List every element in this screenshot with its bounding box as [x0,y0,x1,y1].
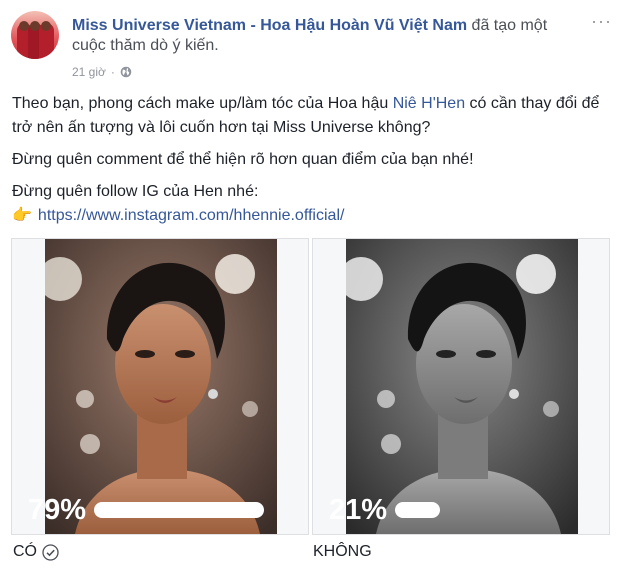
post-header: Miss Universe Vietnam - Hoa Hậu Hoàn Vũ … [72,16,572,56]
poll-percent: 21% [329,494,388,526]
poll-option-image [45,239,277,534]
poll-percent: 79% [28,494,87,526]
mention-link[interactable]: Niê H'Hen [393,95,465,112]
poll-option-no[interactable]: 21% [312,238,610,535]
post-body: Theo bạn, phong cách make up/làm tóc của… [12,92,612,228]
globe-icon[interactable] [120,66,132,78]
poll-result-bar [94,502,264,518]
post-meta: 21 giờ · [72,64,132,80]
author-name-link[interactable]: Miss Universe Vietnam - Hoa Hậu Hoàn Vũ … [72,17,467,34]
follow-reminder-text: Đừng quên follow IG của Hen nhé: [12,183,259,200]
voted-check-icon [42,543,59,561]
poll-option-no-label[interactable]: KHÔNG [313,541,372,563]
pointing-hand-icon: 👉 [12,207,32,224]
page-avatar[interactable] [11,11,59,59]
poll-result-bar [395,502,565,518]
instagram-link-line: 👉 https://www.instagram.com/hhennie.offic… [12,204,612,228]
post-timestamp[interactable]: 21 giờ [72,64,106,80]
poll-option-image [346,239,578,534]
poll-result-bar-fill [94,502,264,518]
comment-reminder-text: Đừng quên comment để thể hiện rõ hơn qua… [12,151,474,168]
meta-separator: · [110,65,115,79]
instagram-url-link[interactable]: https://www.instagram.com/hhennie.offici… [38,207,345,224]
poll-result-bar-fill [395,502,441,518]
poll-option-yes-label[interactable]: CÓ [13,541,59,563]
question-text: Theo bạn, phong cách make up/làm tóc của… [12,95,600,136]
poll-option-yes[interactable]: 79% [11,238,309,535]
more-options-icon[interactable]: ··· [591,12,612,30]
poll-post: Miss Universe Vietnam - Hoa Hậu Hoàn Vũ … [0,0,621,573]
